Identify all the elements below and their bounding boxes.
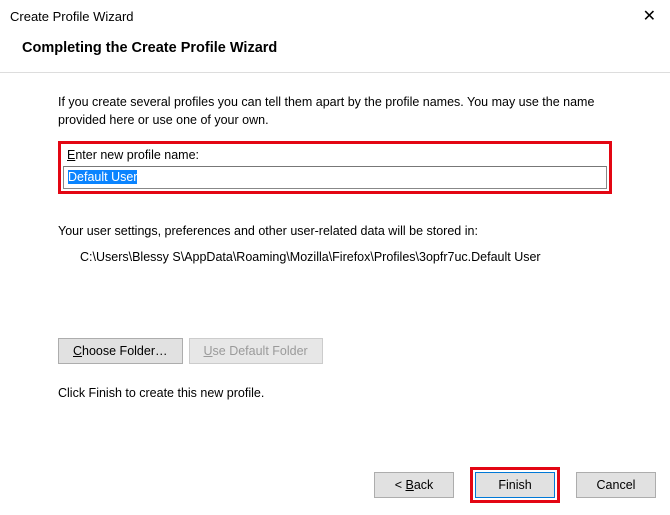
storage-label: Your user settings, preferences and othe… (58, 224, 612, 238)
choose-folder-button[interactable]: Choose Folder… (58, 338, 183, 364)
window-title: Create Profile Wizard (10, 9, 134, 24)
cancel-button[interactable]: Cancel (576, 472, 656, 498)
profile-name-input[interactable]: Default User (63, 166, 607, 189)
intro-text: If you create several profiles you can t… (58, 93, 612, 129)
profile-name-highlight: Enter new profile name: Default User (58, 141, 612, 194)
finish-note: Click Finish to create this new profile. (58, 386, 612, 400)
page-title: Completing the Create Profile Wizard (0, 32, 670, 72)
profile-name-label: Enter new profile name: (63, 146, 607, 164)
back-button[interactable]: < Back (374, 472, 454, 498)
finish-button[interactable]: Finish (475, 472, 555, 498)
profile-path: C:\Users\Blessy S\AppData\Roaming\Mozill… (58, 248, 612, 267)
close-icon[interactable]: ✕ (637, 6, 662, 26)
use-default-folder-button: Use Default Folder (189, 338, 323, 364)
finish-highlight: Finish (470, 467, 560, 503)
